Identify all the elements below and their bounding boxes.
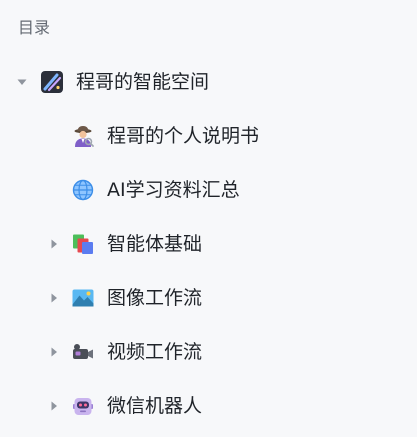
tree-node-image-workflow[interactable]: 图像工作流 xyxy=(0,271,417,325)
caret-down-icon[interactable] xyxy=(16,76,28,88)
tree-node-video-workflow[interactable]: 视频工作流 xyxy=(0,325,417,379)
picture-icon xyxy=(72,287,94,309)
video-camera-icon xyxy=(72,341,94,363)
globe-icon xyxy=(72,179,94,201)
toc-heading: 目录 xyxy=(18,18,51,37)
tree-node-label: 程哥的个人说明书 xyxy=(107,125,260,147)
space-icon xyxy=(41,71,63,93)
caret-right-icon[interactable] xyxy=(48,400,60,412)
tree-node-wechat-bot[interactable]: 微信机器人 xyxy=(0,379,417,433)
tree-node-label: 智能体基础 xyxy=(107,233,203,255)
caret-right-icon[interactable] xyxy=(48,346,60,358)
tree-node-label: 图像工作流 xyxy=(107,287,203,309)
toc-tree: 程哥的智能空间 程哥的个人说明书 AI学习资料汇总 智能体基础 图像工作流 视频… xyxy=(0,55,417,433)
tree-node-root[interactable]: 程哥的智能空间 xyxy=(0,55,417,109)
tree-node-label: 视频工作流 xyxy=(107,341,203,363)
tree-node-ai-resources[interactable]: AI学习资料汇总 xyxy=(0,163,417,217)
caret-right-icon[interactable] xyxy=(48,238,60,250)
robot-icon xyxy=(72,395,94,417)
tree-node-agent-basics[interactable]: 智能体基础 xyxy=(0,217,417,271)
books-icon xyxy=(72,233,94,255)
tree-node-label: 微信机器人 xyxy=(107,395,203,417)
detective-icon xyxy=(72,125,94,147)
tree-node-personal-guide[interactable]: 程哥的个人说明书 xyxy=(0,109,417,163)
caret-right-icon[interactable] xyxy=(48,292,60,304)
tree-node-label: AI学习资料汇总 xyxy=(107,179,240,201)
tree-node-label: 程哥的智能空间 xyxy=(76,71,210,93)
